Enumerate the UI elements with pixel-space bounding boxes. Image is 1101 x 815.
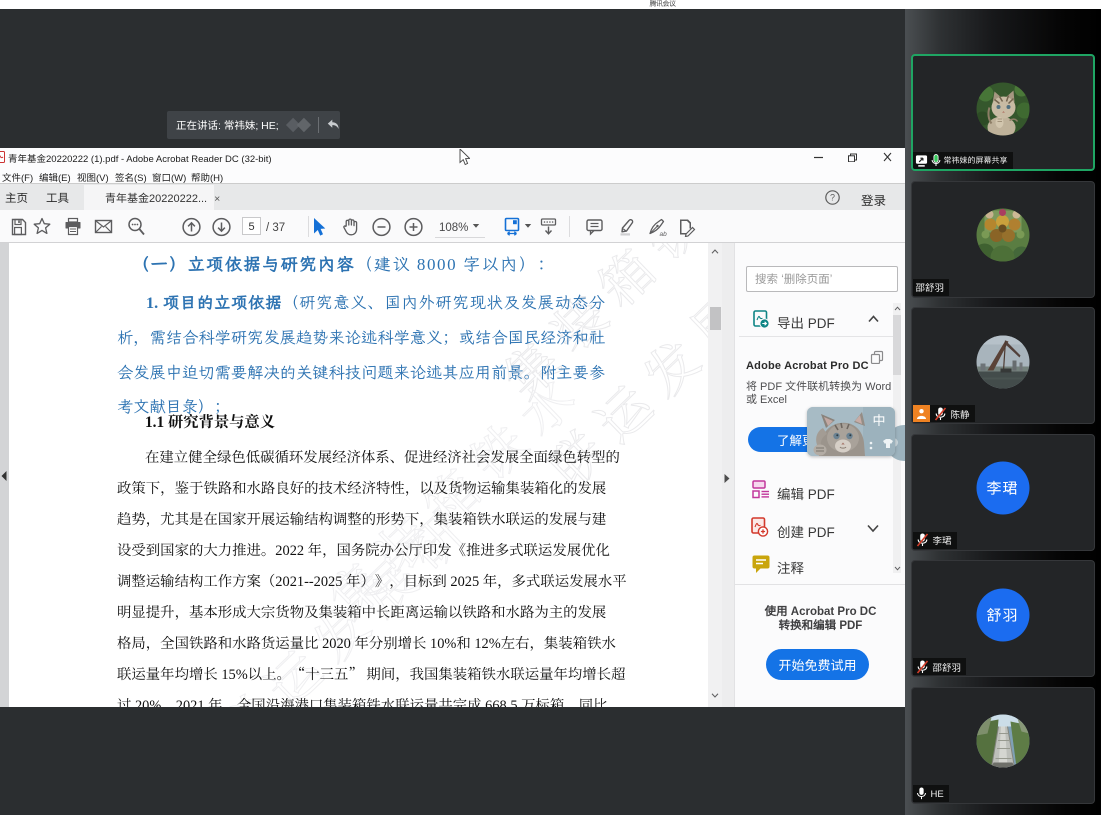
svg-text:ab: ab <box>660 231 668 237</box>
svg-text:中: 中 <box>872 410 885 429</box>
svg-text:?: ? <box>830 193 835 203</box>
